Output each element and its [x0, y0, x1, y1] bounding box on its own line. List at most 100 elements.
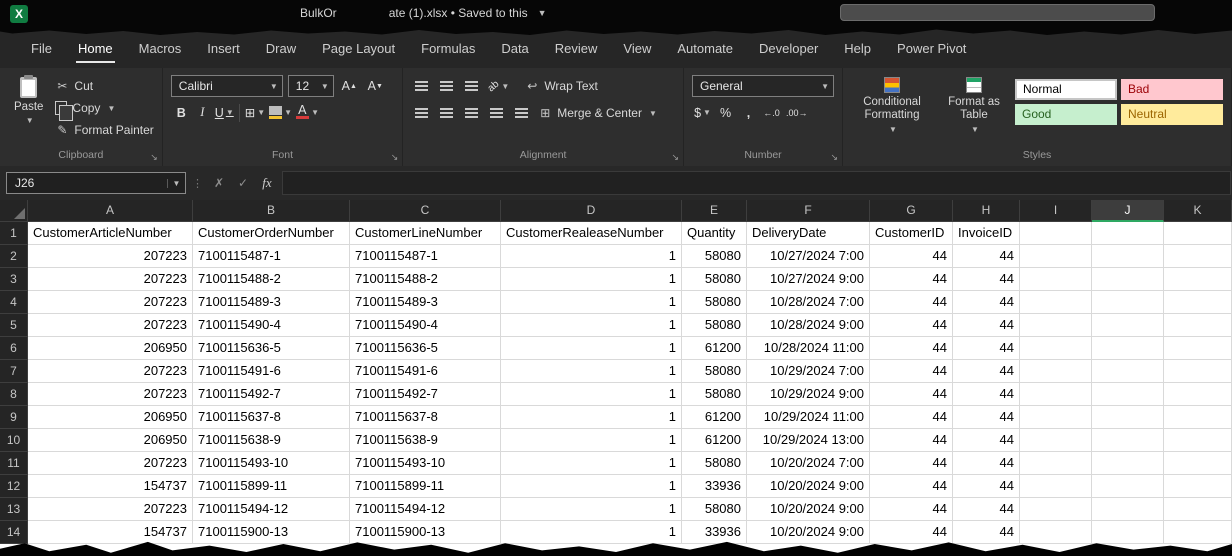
cell-F9[interactable]: 10/29/2024 11:00 — [747, 406, 870, 429]
row-header-4[interactable]: 4 — [0, 291, 28, 314]
row-header-9[interactable]: 9 — [0, 406, 28, 429]
row-header-12[interactable]: 12 — [0, 475, 28, 498]
cell-F7[interactable]: 10/29/2024 7:00 — [747, 360, 870, 383]
cell-K13[interactable] — [1164, 498, 1232, 521]
cell-K12[interactable] — [1164, 475, 1232, 498]
cell-H10[interactable]: 44 — [953, 429, 1020, 452]
cell-H8[interactable]: 44 — [953, 383, 1020, 406]
cell-I10[interactable] — [1020, 429, 1092, 452]
column-header-A[interactable]: A — [28, 200, 193, 222]
cell-B4[interactable]: 7100115489-3 — [193, 291, 350, 314]
cell-I7[interactable] — [1020, 360, 1092, 383]
cell-K3[interactable] — [1164, 268, 1232, 291]
cell-D11[interactable]: 1 — [501, 452, 682, 475]
accounting-format-button[interactable]: $▼ — [692, 102, 713, 123]
cell-C10[interactable]: 7100115638-9 — [350, 429, 501, 452]
cell-A12[interactable]: 154737 — [28, 475, 193, 498]
cell-E2[interactable]: 58080 — [682, 245, 747, 268]
cut-button[interactable]: ✂ Cut — [55, 75, 153, 97]
cell-J4[interactable] — [1092, 291, 1164, 314]
cell-F8[interactable]: 10/29/2024 9:00 — [747, 383, 870, 406]
orientation-button[interactable]: ab▼ — [486, 76, 511, 97]
cell-K5[interactable] — [1164, 314, 1232, 337]
cell-A7[interactable]: 207223 — [28, 360, 193, 383]
font-name-combo[interactable]: Calibri ▼ — [171, 75, 283, 97]
cell-B9[interactable]: 7100115637-8 — [193, 406, 350, 429]
cell-E7[interactable]: 58080 — [682, 360, 747, 383]
column-header-I[interactable]: I — [1020, 200, 1092, 222]
cell-D6[interactable]: 1 — [501, 337, 682, 360]
cell-I12[interactable] — [1020, 475, 1092, 498]
row-header-8[interactable]: 8 — [0, 383, 28, 406]
cell-I4[interactable] — [1020, 291, 1092, 314]
cell-D9[interactable]: 1 — [501, 406, 682, 429]
cell-F2[interactable]: 10/27/2024 7:00 — [747, 245, 870, 268]
cell-E3[interactable]: 58080 — [682, 268, 747, 291]
cell-I5[interactable] — [1020, 314, 1092, 337]
cell-C9[interactable]: 7100115637-8 — [350, 406, 501, 429]
cell-I13[interactable] — [1020, 498, 1092, 521]
cell-A1[interactable]: CustomerArticleNumber — [28, 222, 193, 245]
alignment-dialog-launcher-icon[interactable]: ↘ — [671, 152, 679, 163]
paste-button[interactable]: Paste ▼ — [8, 75, 49, 147]
cell-A11[interactable]: 207223 — [28, 452, 193, 475]
row-header-3[interactable]: 3 — [0, 268, 28, 291]
increase-decimal-button[interactable]: ←.0 — [761, 102, 782, 123]
cell-K9[interactable] — [1164, 406, 1232, 429]
cell-I14[interactable] — [1020, 521, 1092, 544]
cell-J9[interactable] — [1092, 406, 1164, 429]
cell-H7[interactable]: 44 — [953, 360, 1020, 383]
enter-icon[interactable]: ✓ — [234, 176, 252, 190]
cell-A5[interactable]: 207223 — [28, 314, 193, 337]
comma-style-button[interactable]: , — [738, 102, 759, 123]
cell-K8[interactable] — [1164, 383, 1232, 406]
cell-D2[interactable]: 1 — [501, 245, 682, 268]
cell-D4[interactable]: 1 — [501, 291, 682, 314]
bold-button[interactable]: B — [171, 102, 192, 123]
cell-J14[interactable] — [1092, 521, 1164, 544]
cell-D10[interactable]: 1 — [501, 429, 682, 452]
increase-indent-button[interactable] — [511, 103, 532, 124]
cell-E8[interactable]: 58080 — [682, 383, 747, 406]
cell-E9[interactable]: 61200 — [682, 406, 747, 429]
cell-H9[interactable]: 44 — [953, 406, 1020, 429]
cell-G8[interactable]: 44 — [870, 383, 953, 406]
column-header-J[interactable]: J — [1092, 200, 1164, 222]
align-right-button[interactable] — [461, 103, 482, 124]
increase-font-size-button[interactable]: A▲ — [339, 76, 360, 97]
cell-C7[interactable]: 7100115491-6 — [350, 360, 501, 383]
cell-C13[interactable]: 7100115494-12 — [350, 498, 501, 521]
cell-J13[interactable] — [1092, 498, 1164, 521]
cell-C2[interactable]: 7100115487-1 — [350, 245, 501, 268]
cell-J3[interactable] — [1092, 268, 1164, 291]
merge-center-button[interactable]: ⊞ Merge & Center ▼ — [538, 102, 657, 124]
cell-A4[interactable]: 207223 — [28, 291, 193, 314]
tab-formulas[interactable]: Formulas — [408, 28, 488, 68]
cell-E14[interactable]: 33936 — [682, 521, 747, 544]
cell-J10[interactable] — [1092, 429, 1164, 452]
cell-J12[interactable] — [1092, 475, 1164, 498]
cell-K1[interactable] — [1164, 222, 1232, 245]
cell-B11[interactable]: 7100115493-10 — [193, 452, 350, 475]
cell-H14[interactable]: 44 — [953, 521, 1020, 544]
cell-K10[interactable] — [1164, 429, 1232, 452]
column-header-K[interactable]: K — [1164, 200, 1232, 222]
cell-E4[interactable]: 58080 — [682, 291, 747, 314]
cell-F13[interactable]: 10/20/2024 9:00 — [747, 498, 870, 521]
cell-A2[interactable]: 207223 — [28, 245, 193, 268]
row-header-5[interactable]: 5 — [0, 314, 28, 337]
insert-function-icon[interactable]: fx — [258, 175, 276, 191]
cell-A10[interactable]: 206950 — [28, 429, 193, 452]
cell-B12[interactable]: 7100115899-11 — [193, 475, 350, 498]
cell-C1[interactable]: CustomerLineNumber — [350, 222, 501, 245]
tab-draw[interactable]: Draw — [253, 28, 309, 68]
tab-review[interactable]: Review — [542, 28, 611, 68]
cell-J5[interactable] — [1092, 314, 1164, 337]
format-as-table-button[interactable]: Format as Table ▼ — [939, 75, 1009, 147]
cell-J11[interactable] — [1092, 452, 1164, 475]
cell-C5[interactable]: 7100115490-4 — [350, 314, 501, 337]
percent-style-button[interactable]: % — [715, 102, 736, 123]
row-header-14[interactable]: 14 — [0, 521, 28, 544]
row-header-11[interactable]: 11 — [0, 452, 28, 475]
cell-B7[interactable]: 7100115491-6 — [193, 360, 350, 383]
